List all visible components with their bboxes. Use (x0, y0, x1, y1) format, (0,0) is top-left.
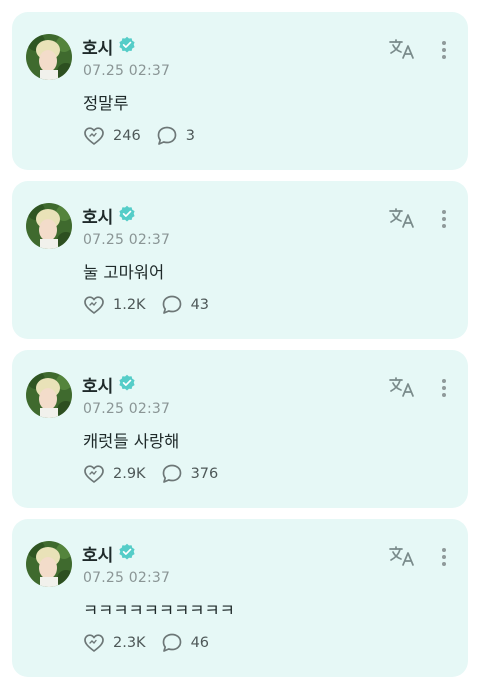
comment-bubble-icon (162, 633, 181, 652)
heart-like-icon (84, 465, 104, 483)
like-button[interactable]: 246 (82, 124, 141, 148)
comment-count: 43 (190, 297, 210, 313)
like-count: 246 (113, 128, 141, 144)
verified-badge-icon (119, 543, 135, 560)
post-stats: 2.9K 376 (82, 460, 218, 488)
author-name[interactable]: 호시 (82, 203, 113, 228)
like-count: 1.2K (113, 297, 146, 313)
more-vertical-icon[interactable] (436, 207, 452, 231)
post-text: 캐럿들 사랑해 (83, 432, 180, 451)
like-button[interactable]: 2.9K (82, 462, 146, 486)
post-stats: 246 3 (82, 122, 195, 150)
avatar[interactable] (26, 541, 72, 587)
post-stats: 1.2K 43 (82, 291, 209, 319)
verified-badge-icon (119, 374, 135, 391)
post-timestamp: 07.25 02:37 (83, 401, 171, 417)
translate-icon[interactable] (388, 207, 416, 229)
comment-bubble-icon (162, 295, 181, 314)
post-text: 정말루 (83, 94, 129, 113)
heart-like-icon (84, 127, 104, 145)
heart-like-icon (84, 296, 104, 314)
like-count: 2.3K (113, 635, 146, 651)
more-vertical-icon[interactable] (436, 545, 452, 569)
like-button[interactable]: 1.2K (82, 293, 146, 317)
post-feed: 호시 07.25 02:37 정말루 246 3 호시 07.25 02:37 … (0, 0, 480, 687)
post-text: 눌 고마워어 (83, 263, 165, 282)
post-card[interactable]: 호시 07.25 02:37 캐럿들 사랑해 2.9K 376 (12, 350, 468, 508)
translate-icon[interactable] (388, 376, 416, 398)
comment-bubble-icon (157, 126, 177, 145)
like-button[interactable]: 2.3K (82, 631, 146, 655)
post-timestamp: 07.25 02:37 (83, 232, 171, 248)
more-vertical-icon[interactable] (436, 376, 452, 400)
post-card[interactable]: 호시 07.25 02:37 정말루 246 3 (12, 12, 468, 170)
post-card[interactable]: 호시 07.25 02:37 ㅋㅋㅋㅋㅋㅋㅋㅋㅋㅋ 2.3K 46 (12, 519, 468, 677)
verified-badge-icon (119, 205, 135, 222)
more-vertical-icon[interactable] (436, 38, 452, 62)
post-timestamp: 07.25 02:37 (83, 570, 171, 586)
author-name[interactable]: 호시 (82, 372, 113, 397)
comment-button[interactable]: 3 (155, 124, 195, 148)
post-timestamp: 07.25 02:37 (83, 63, 171, 79)
translate-icon[interactable] (388, 38, 416, 60)
avatar[interactable] (26, 34, 72, 80)
verified-badge-icon (119, 36, 135, 53)
comment-button[interactable]: 46 (160, 631, 209, 655)
avatar[interactable] (26, 203, 72, 249)
post-stats: 2.3K 46 (82, 629, 209, 657)
comment-count: 46 (190, 635, 210, 651)
comment-count: 3 (185, 128, 195, 144)
post-card[interactable]: 호시 07.25 02:37 눌 고마워어 1.2K 43 (12, 181, 468, 339)
comment-button[interactable]: 43 (160, 293, 209, 317)
comment-button[interactable]: 376 (160, 462, 219, 486)
like-count: 2.9K (113, 466, 146, 482)
avatar[interactable] (26, 372, 72, 418)
translate-icon[interactable] (388, 545, 416, 567)
comment-bubble-icon (162, 464, 181, 483)
author-name[interactable]: 호시 (82, 34, 113, 59)
author-name[interactable]: 호시 (82, 541, 113, 566)
comment-count: 376 (190, 466, 219, 482)
heart-like-icon (84, 634, 104, 652)
post-text: ㅋㅋㅋㅋㅋㅋㅋㅋㅋㅋ (83, 601, 235, 620)
